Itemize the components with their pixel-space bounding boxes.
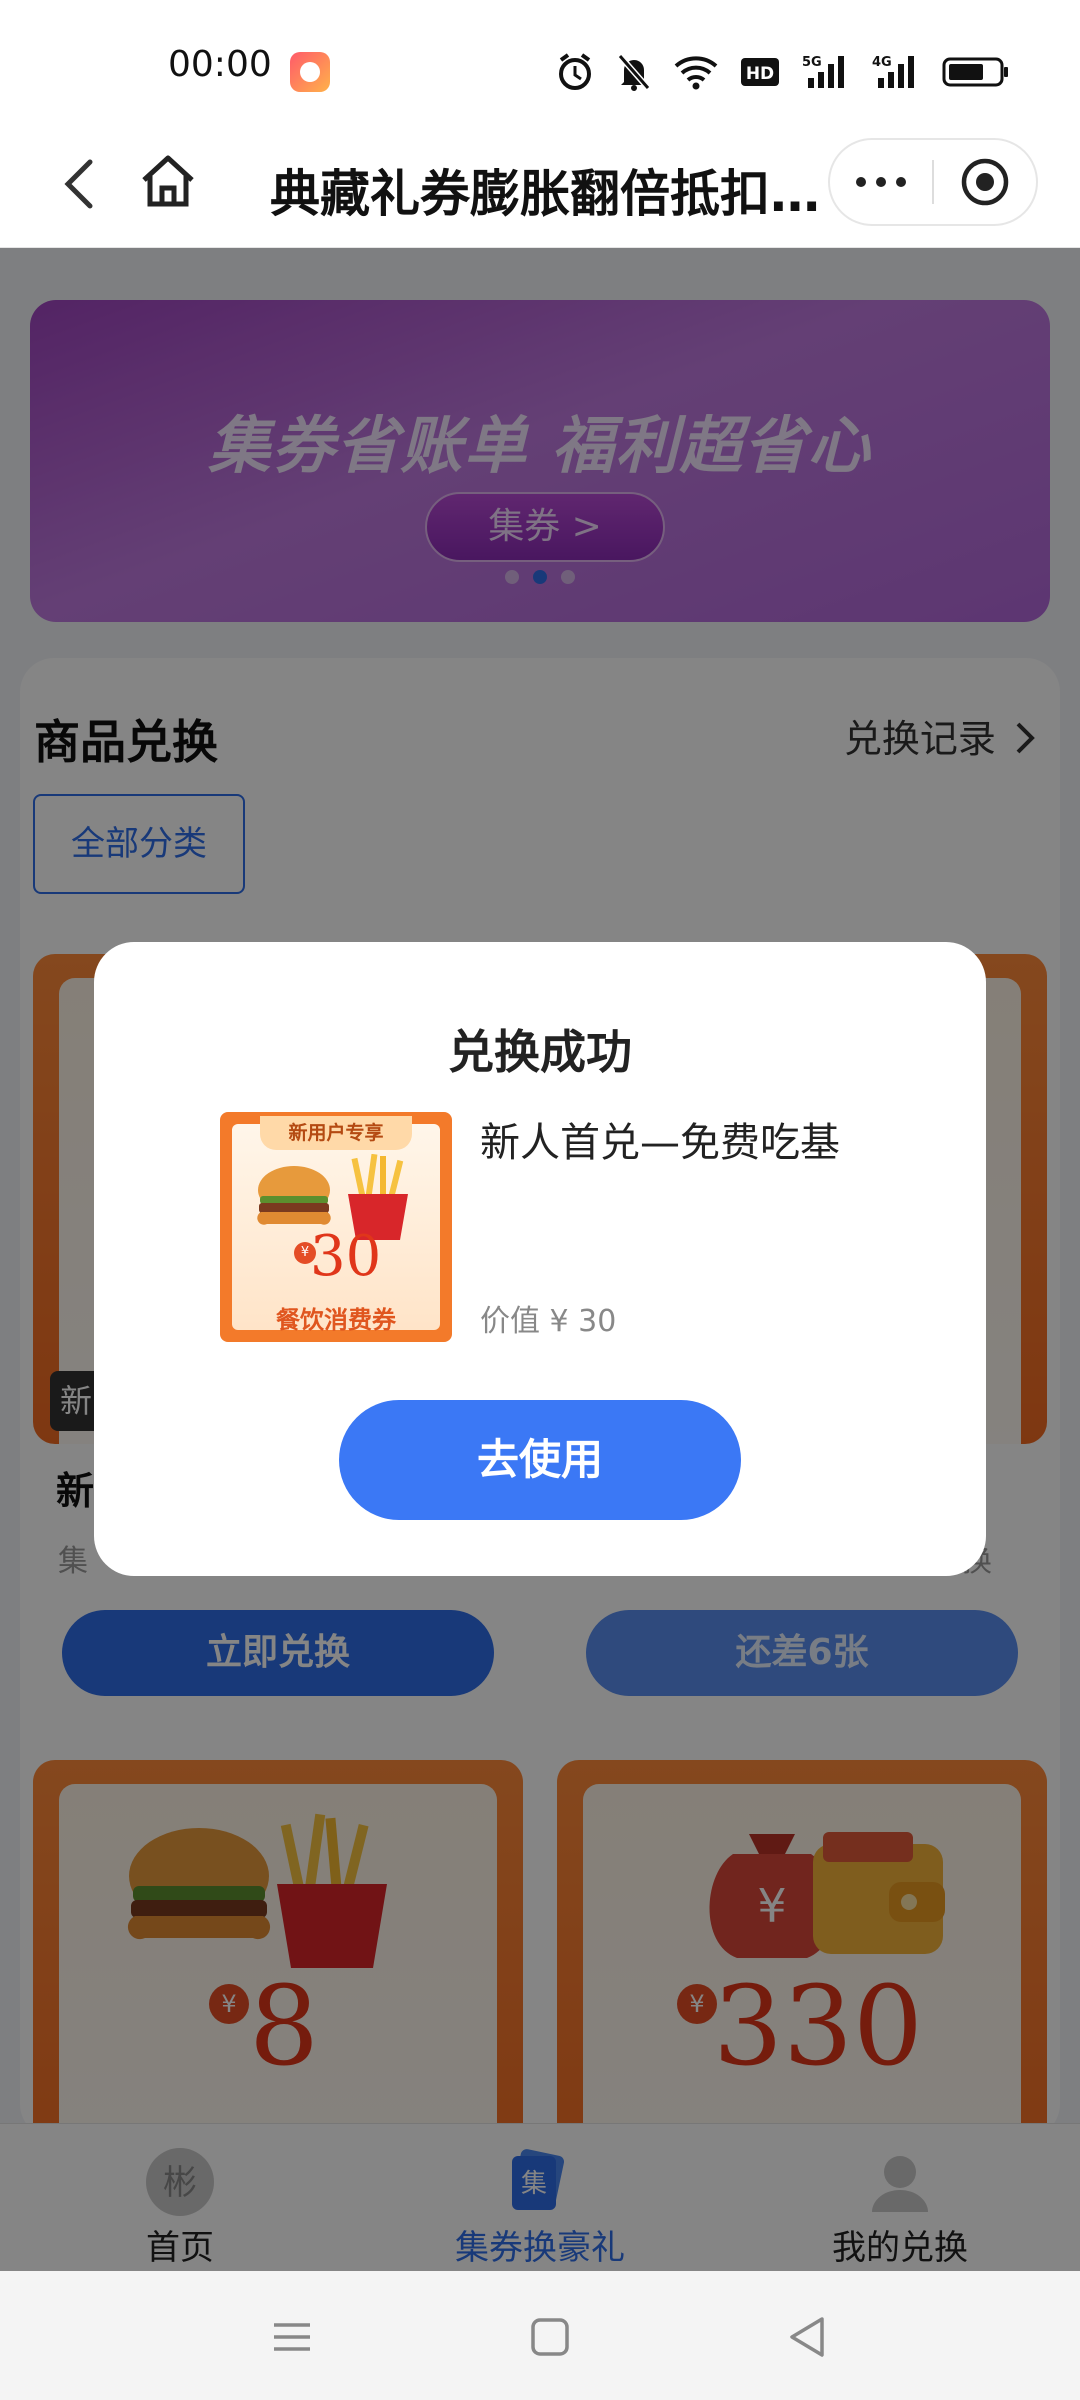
back-arrow-icon [64, 159, 93, 209]
miniprogram-capsule [828, 138, 1038, 226]
4g-signal-icon: 4G [872, 52, 920, 92]
home-icon [142, 155, 194, 207]
menu-button[interactable] [262, 2307, 322, 2367]
thumb-yen: ¥ [294, 1242, 316, 1264]
net2-label: 4G [872, 55, 892, 70]
new-user-exclusive-tag: 新用户专享 [260, 1116, 412, 1150]
status-bar: 00:00 HD 5G 4G [0, 0, 1080, 120]
wifi-icon [674, 52, 718, 92]
menu-icon [274, 2323, 310, 2351]
home-button[interactable] [136, 150, 200, 214]
product-value: 价值 ¥ 30 [480, 1304, 617, 1339]
5g-signal-icon: 5G [802, 52, 850, 92]
more-dots-icon [856, 177, 906, 187]
square-home-icon [531, 2318, 569, 2356]
hd-icon: HD [740, 52, 780, 92]
status-icons: HD 5G 4G [556, 50, 1010, 94]
triangle-back-icon [790, 2317, 824, 2357]
alarm-icon [556, 52, 594, 92]
thumb-price: 30 [310, 1224, 382, 1289]
battery-icon [942, 52, 1010, 92]
close-miniprogram-button[interactable] [934, 140, 1036, 224]
target-icon [961, 158, 1009, 206]
back-button[interactable] [52, 152, 112, 216]
mute-icon [616, 52, 652, 92]
home-nav-button[interactable] [520, 2307, 580, 2367]
net1-label: 5G [802, 55, 822, 70]
more-button[interactable] [830, 140, 932, 224]
nav-bar: 典藏礼券膨胀翻倍抵扣... [0, 120, 1080, 248]
dialog-title: 兑换成功 [448, 1025, 632, 1079]
product-thumbnail: 30 ¥ 餐饮消费券 新用户专享 [220, 1112, 452, 1342]
system-nav-bar [0, 2271, 1080, 2400]
back-nav-button[interactable] [778, 2307, 838, 2367]
thumb-label: 餐饮消费券 [276, 1306, 396, 1334]
status-time: 00:00 [168, 44, 272, 85]
hd-label: HD [746, 64, 774, 84]
product-name: 新人首兑—免费吃基 [480, 1120, 840, 1166]
screen: 00:00 HD 5G 4G 典藏礼券膨胀翻倍抵扣... 集券省账单 福利超省心… [0, 0, 1080, 2400]
go-use-button[interactable]: 去使用 [339, 1400, 741, 1520]
app-notification-icon [290, 52, 330, 92]
exchange-success-dialog: 兑换成功 30 ¥ 餐饮消费券 新用户专享 新人首兑—免费吃基 价值 ¥ 30 … [94, 942, 986, 1576]
page-title: 典藏礼券膨胀翻倍抵扣... [270, 165, 820, 223]
